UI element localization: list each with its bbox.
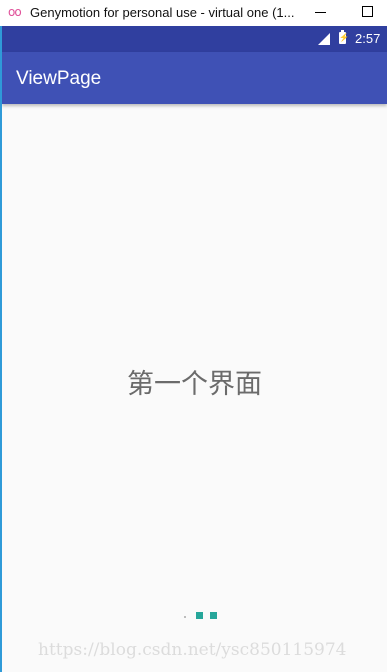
status-bar: 2:57 (2, 26, 387, 52)
status-time: 2:57 (355, 31, 381, 46)
window-title: Genymotion for personal use - virtual on… (30, 5, 295, 20)
page-content-text[interactable]: 第一个界面 (2, 369, 387, 401)
window-title-bar: oo Genymotion for personal use - virtual… (0, 0, 387, 26)
watermark: https://blog.csdn.net/ysc850115974 (38, 640, 347, 660)
indicator-dot-2[interactable] (196, 612, 203, 619)
battery-charging-icon (339, 30, 349, 44)
indicator-dot-1[interactable] (184, 616, 186, 618)
device-screen: 2:57 ViewPage 第一个界面 https://blog.csdn.ne… (0, 26, 387, 672)
app-bar: ViewPage (2, 52, 387, 104)
indicator-dot-3[interactable] (210, 612, 217, 619)
maximize-button[interactable] (362, 6, 373, 17)
minimize-button[interactable] (315, 12, 326, 13)
app-title: ViewPage (16, 68, 102, 89)
genymotion-logo-icon: oo (8, 5, 22, 19)
page-indicator (184, 611, 224, 621)
signal-icon (318, 33, 330, 45)
